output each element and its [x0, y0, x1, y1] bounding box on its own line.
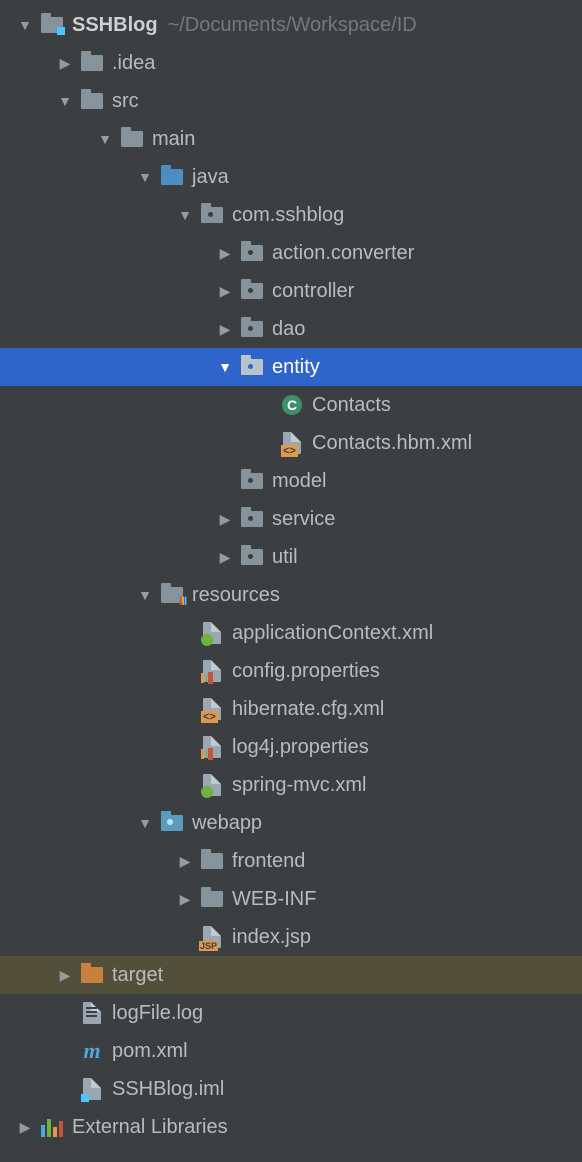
tree-item-hibernate-cfg[interactable]: ▶ hibernate.cfg.xml [0, 690, 582, 728]
tree-item-logfile[interactable]: ▶ logFile.log [0, 994, 582, 1032]
tree-item-src[interactable]: ▼ src [0, 82, 582, 120]
spring-file-icon [200, 775, 224, 795]
folder-icon [80, 91, 104, 111]
tree-item-iml[interactable]: ▶ SSHBlog.iml [0, 1070, 582, 1108]
chevron-right-icon[interactable]: ▶ [216, 283, 234, 300]
libraries-icon [40, 1117, 64, 1137]
chevron-down-icon[interactable]: ▼ [16, 17, 34, 33]
tree-item-java[interactable]: ▼ java [0, 158, 582, 196]
jsp-file-icon [200, 927, 224, 947]
project-path: ~/Documents/Workspace/ID [168, 14, 417, 37]
resources-folder-icon [160, 585, 184, 605]
xml-file-icon [280, 433, 304, 453]
package-icon [240, 471, 264, 491]
folder-icon [120, 129, 144, 149]
tree-item-webapp[interactable]: ▼ webapp [0, 804, 582, 842]
source-folder-icon [160, 167, 184, 187]
tree-item-action-converter[interactable]: ▶ action.converter [0, 234, 582, 272]
package-icon [240, 357, 264, 377]
project-tree[interactable]: ▼ SSHBlog ~/Documents/Workspace/ID ▶ .id… [0, 0, 582, 1146]
tree-item-frontend[interactable]: ▶ frontend [0, 842, 582, 880]
tree-item-config-properties[interactable]: ▶ config.properties [0, 652, 582, 690]
project-name: SSHBlog [72, 14, 158, 37]
tree-item-index-jsp[interactable]: ▶ index.jsp [0, 918, 582, 956]
chevron-right-icon[interactable]: ▶ [216, 549, 234, 566]
chevron-down-icon[interactable]: ▼ [136, 169, 154, 185]
excluded-folder-icon [80, 965, 104, 985]
chevron-right-icon[interactable]: ▶ [216, 245, 234, 262]
tree-item-web-inf[interactable]: ▶ WEB-INF [0, 880, 582, 918]
tree-item-pom-xml[interactable]: ▶ m pom.xml [0, 1032, 582, 1070]
tree-item-external-libraries[interactable]: ▶ External Libraries [0, 1108, 582, 1146]
module-file-icon [80, 1079, 104, 1099]
package-icon [200, 205, 224, 225]
tree-item-appcontext-xml[interactable]: ▶ applicationContext.xml [0, 614, 582, 652]
tree-item-entity[interactable]: ▼ entity [0, 348, 582, 386]
chevron-right-icon[interactable]: ▶ [176, 891, 194, 908]
chevron-right-icon[interactable]: ▶ [56, 967, 74, 984]
tree-item-service[interactable]: ▶ service [0, 500, 582, 538]
chevron-right-icon[interactable]: ▶ [56, 55, 74, 72]
class-icon: C [280, 395, 304, 415]
module-folder-icon [40, 15, 64, 35]
tree-item-main[interactable]: ▼ main [0, 120, 582, 158]
chevron-right-icon[interactable]: ▶ [176, 853, 194, 870]
properties-file-icon [200, 737, 224, 757]
folder-icon [200, 851, 224, 871]
chevron-right-icon[interactable]: ▶ [216, 321, 234, 338]
tree-item-contacts-hbm[interactable]: ▶ Contacts.hbm.xml [0, 424, 582, 462]
tree-item-dao[interactable]: ▶ dao [0, 310, 582, 348]
tree-item-spring-mvc-xml[interactable]: ▶ spring-mvc.xml [0, 766, 582, 804]
tree-item-contacts-class[interactable]: ▶ C Contacts [0, 386, 582, 424]
chevron-right-icon[interactable]: ▶ [216, 511, 234, 528]
chevron-down-icon[interactable]: ▼ [136, 587, 154, 603]
tree-item-resources[interactable]: ▼ resources [0, 576, 582, 614]
tree-item-target[interactable]: ▶ target [0, 956, 582, 994]
spring-file-icon [200, 623, 224, 643]
package-icon [240, 243, 264, 263]
chevron-down-icon[interactable]: ▼ [96, 131, 114, 147]
properties-file-icon [200, 661, 224, 681]
tree-item-log4j-properties[interactable]: ▶ log4j.properties [0, 728, 582, 766]
package-icon [240, 509, 264, 529]
chevron-right-icon[interactable]: ▶ [16, 1119, 34, 1136]
tree-item-controller[interactable]: ▶ controller [0, 272, 582, 310]
folder-icon [80, 53, 104, 73]
folder-icon [200, 889, 224, 909]
tree-item-package-root[interactable]: ▼ com.sshblog [0, 196, 582, 234]
package-icon [240, 319, 264, 339]
tree-item-util[interactable]: ▶ util [0, 538, 582, 576]
chevron-down-icon[interactable]: ▼ [176, 207, 194, 223]
web-folder-icon [160, 813, 184, 833]
tree-item-project-root[interactable]: ▼ SSHBlog ~/Documents/Workspace/ID [0, 6, 582, 44]
package-icon [240, 281, 264, 301]
chevron-down-icon[interactable]: ▼ [216, 359, 234, 375]
maven-file-icon: m [80, 1041, 104, 1061]
chevron-down-icon[interactable]: ▼ [56, 93, 74, 109]
text-file-icon [80, 1003, 104, 1023]
chevron-down-icon[interactable]: ▼ [136, 815, 154, 831]
xml-file-icon [200, 699, 224, 719]
tree-item-model[interactable]: ▶ model [0, 462, 582, 500]
tree-item-idea[interactable]: ▶ .idea [0, 44, 582, 82]
package-icon [240, 547, 264, 567]
